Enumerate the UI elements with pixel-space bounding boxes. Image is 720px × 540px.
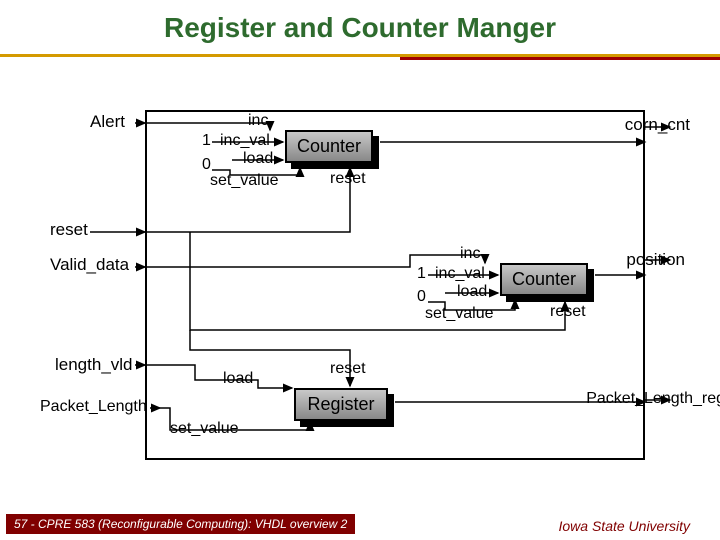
port-packet-length: Packet_Length — [40, 398, 147, 416]
footer-right: Iowa State University — [559, 518, 691, 534]
counter2-const1: 1 — [417, 265, 426, 283]
title-underline — [0, 54, 720, 60]
counter1-const0: 0 — [202, 156, 211, 174]
register-set-value: set_value — [170, 420, 239, 438]
port-corn-cnt: corn_cnt — [625, 115, 690, 135]
port-packet-length-reg: Packet_Length_reg — [586, 390, 720, 408]
counter2-const0: 0 — [417, 288, 426, 306]
register-load: load — [223, 370, 253, 388]
counter2-inc: inc — [460, 245, 480, 263]
port-valid-data: Valid_data — [50, 255, 129, 275]
register-reset: reset — [330, 360, 366, 378]
counter1-inc: inc — [248, 112, 268, 130]
diagram-area: Alert reset Valid_data length_vld Packet… — [40, 80, 680, 480]
counter2-load: load — [457, 283, 487, 301]
counter1-const1: 1 — [202, 132, 211, 150]
footer-left: 57 - CPRE 583 (Reconfigurable Computing)… — [6, 514, 355, 534]
counter1-block: Counter — [285, 130, 373, 163]
counter1-inc-val: inc_val — [220, 132, 270, 150]
port-alert: Alert — [90, 112, 125, 132]
page-title: Register and Counter Manger — [0, 0, 720, 48]
counter1-set-value: set_value — [210, 172, 279, 190]
port-reset: reset — [50, 220, 88, 240]
counter2-reset: reset — [550, 303, 586, 321]
counter2-block: Counter — [500, 263, 588, 296]
counter2-inc-val: inc_val — [435, 265, 485, 283]
counter2-set-value: set_value — [425, 305, 494, 323]
port-position: position — [626, 250, 685, 270]
counter1-reset: reset — [330, 170, 366, 188]
port-length-vld: length_vld — [55, 355, 133, 375]
counter1-load: load — [243, 150, 273, 168]
register-block: Register — [294, 388, 388, 421]
